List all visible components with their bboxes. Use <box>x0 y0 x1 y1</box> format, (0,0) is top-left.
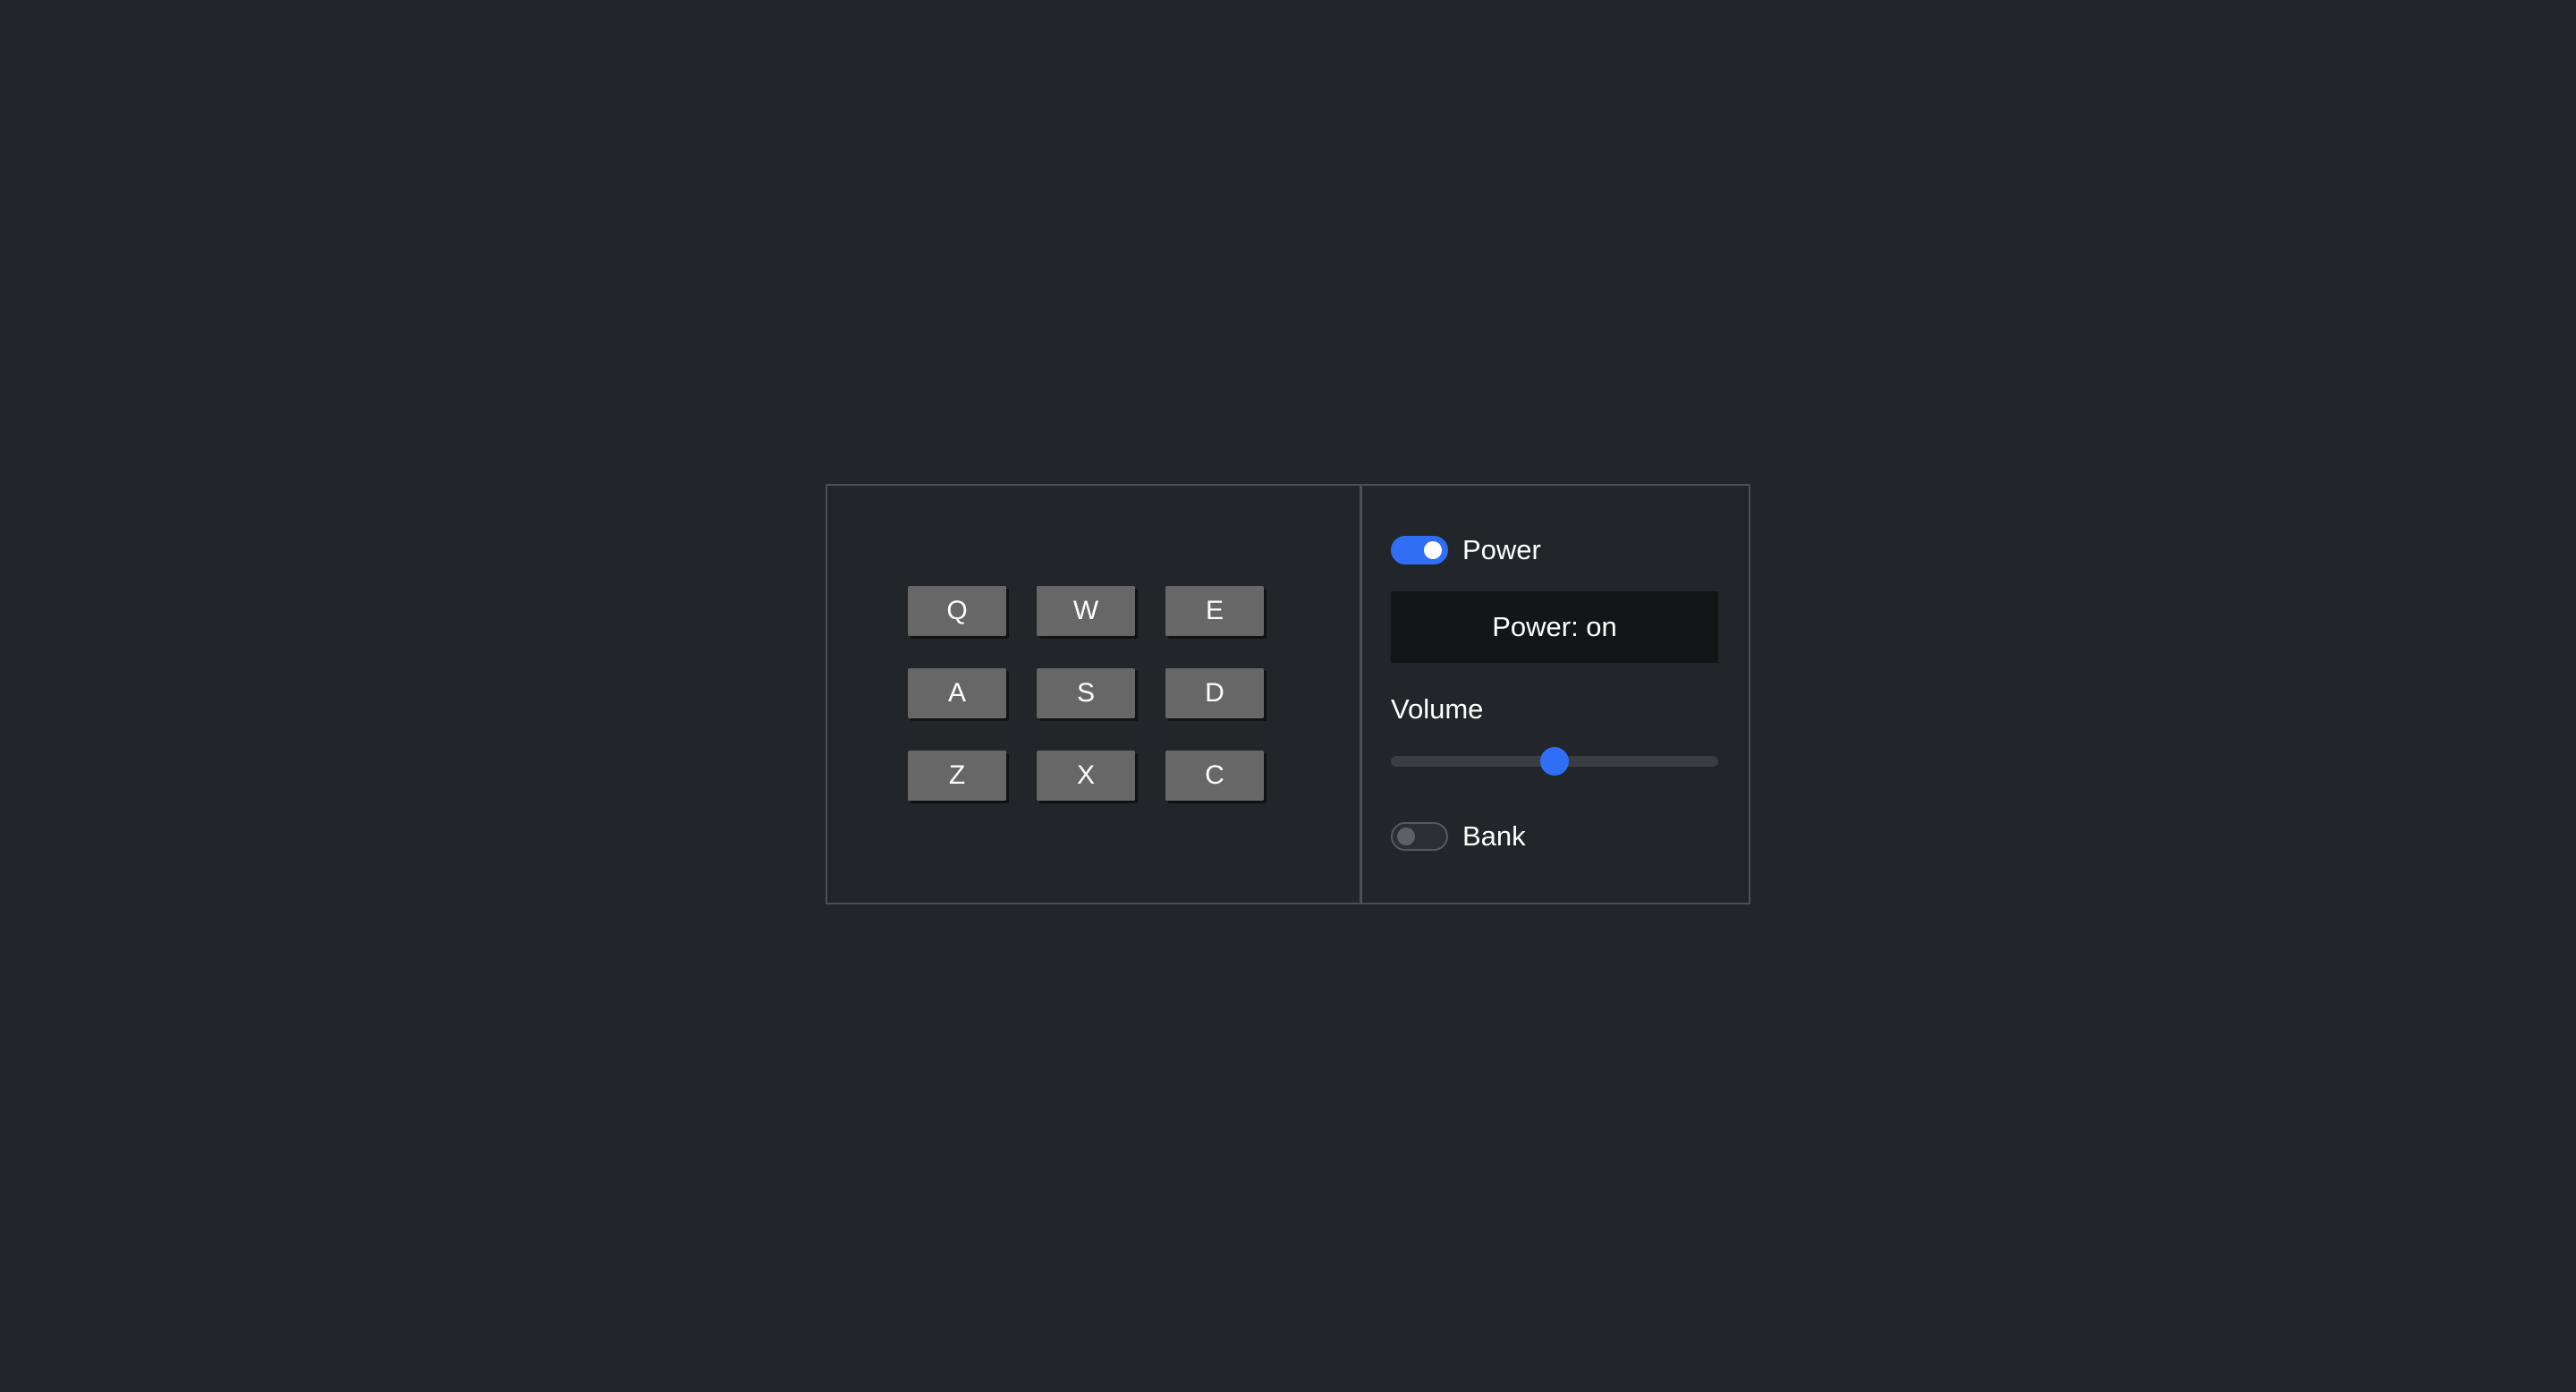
display-text: Power: on <box>1492 611 1617 642</box>
volume-slider[interactable] <box>1391 747 1718 776</box>
volume-label: Volume <box>1391 693 1484 725</box>
drum-pad-c[interactable]: C <box>1165 751 1264 801</box>
power-toggle[interactable] <box>1391 536 1448 564</box>
bank-control: Bank <box>1391 820 1526 853</box>
pad-grid: Q W E A S D Z X C <box>908 586 1264 801</box>
power-toggle-knob <box>1424 541 1442 559</box>
bank-toggle-knob <box>1397 828 1415 845</box>
volume-thumb[interactable] <box>1540 747 1569 776</box>
display-screen: Power: on <box>1391 591 1718 663</box>
pad-bank: Q W E A S D Z X C <box>827 486 1362 903</box>
drum-pad-w[interactable]: W <box>1037 586 1135 636</box>
drum-pad-z[interactable]: Z <box>908 751 1006 801</box>
drum-pad-a[interactable]: A <box>908 668 1006 718</box>
power-control: Power <box>1391 534 1541 566</box>
power-label: Power <box>1462 534 1541 565</box>
controls-panel: Power Power: on Volume Bank <box>1362 486 1749 903</box>
bank-label: Bank <box>1462 820 1526 852</box>
drum-pad-d[interactable]: D <box>1165 668 1264 718</box>
drum-pad-e[interactable]: E <box>1165 586 1264 636</box>
drum-pad-x[interactable]: X <box>1037 751 1135 801</box>
drum-pad-q[interactable]: Q <box>908 586 1006 636</box>
bank-toggle[interactable] <box>1391 822 1448 851</box>
drum-pad-s[interactable]: S <box>1037 668 1135 718</box>
drum-machine: Q W E A S D Z X C Power Power: on Volume… <box>826 484 1750 904</box>
app-stage: Q W E A S D Z X C Power Power: on Volume… <box>0 0 2576 1392</box>
